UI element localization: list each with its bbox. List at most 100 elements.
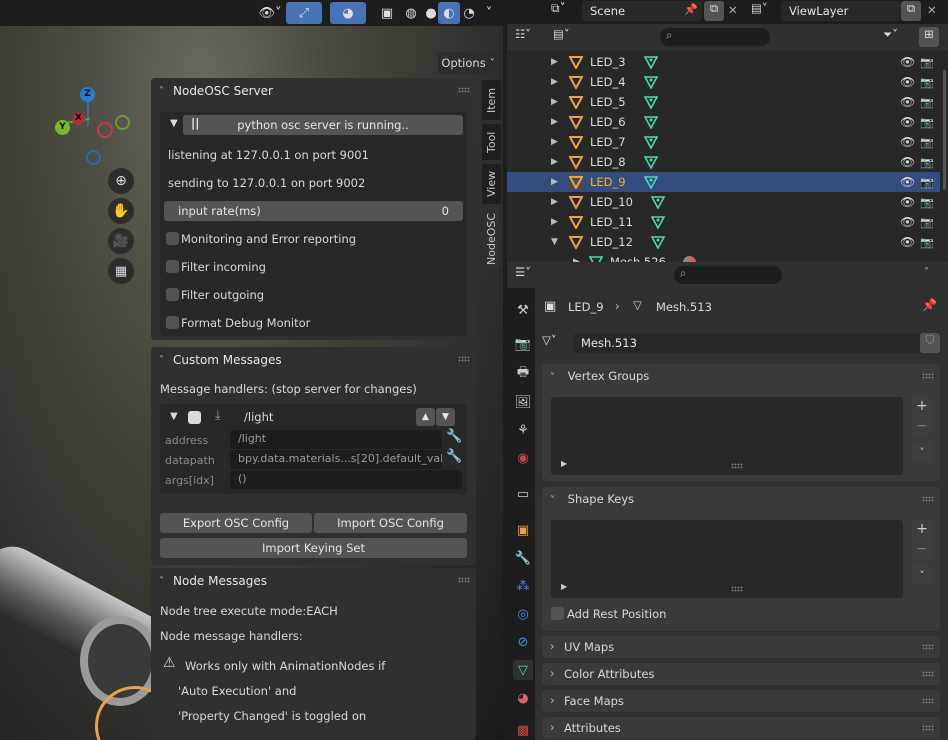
physics-tab-icon[interactable]: ◎ xyxy=(513,604,533,624)
y-axis-handle[interactable]: Y xyxy=(55,120,70,135)
pin-icon[interactable]: 📌 xyxy=(684,3,698,16)
add-vertex-group-button[interactable]: + xyxy=(912,396,932,416)
editor-type-icon[interactable]: ☷˅ xyxy=(515,27,551,47)
mesh-data-icon[interactable] xyxy=(644,95,658,109)
visibility-dropdown[interactable]: 👁 ˅ xyxy=(250,2,290,24)
chevron-right-icon[interactable]: ▶ xyxy=(551,77,558,87)
ortho-grid-icon[interactable]: ▦ xyxy=(108,258,134,284)
format-debug-checkbox[interactable] xyxy=(166,316,179,329)
outliner-row[interactable]: ▶ LED_4 👁 📷 xyxy=(507,72,940,92)
camera-icon[interactable]: 📷 xyxy=(920,216,934,229)
gizmo-toggle[interactable]: ⤢ xyxy=(286,2,322,24)
camera-icon[interactable]: 📷 xyxy=(920,156,934,169)
tool-tab-icon[interactable]: ⚒ xyxy=(513,300,533,320)
eye-icon[interactable]: 👁 xyxy=(900,135,915,149)
drag-grip-icon[interactable] xyxy=(922,373,934,379)
datapath-field[interactable]: bpy.data.materials...s[20].default_value xyxy=(230,450,442,469)
fake-user-shield-icon[interactable]: ⛉ xyxy=(920,333,940,353)
eye-icon[interactable]: 👁 xyxy=(900,75,915,89)
data-tab-icon[interactable]: ▽ xyxy=(513,660,533,680)
chevron-down-icon[interactable]: ˅ xyxy=(924,267,929,278)
outliner-scrollbar[interactable] xyxy=(943,70,946,190)
drag-grip-icon[interactable] xyxy=(458,356,470,362)
nodeosc-server-header[interactable]: ˅ NodeOSC Server xyxy=(151,78,476,104)
wrench-icon[interactable]: 🔧 xyxy=(446,429,462,444)
remove-shape-key-button[interactable]: − xyxy=(912,539,932,559)
output-tab-icon[interactable]: 🖶 xyxy=(513,364,533,384)
eye-icon[interactable]: 👁 xyxy=(900,95,915,109)
close-icon[interactable]: ✕ xyxy=(927,3,937,17)
tab-tool[interactable]: Tool xyxy=(482,124,501,160)
drag-grip-icon[interactable] xyxy=(922,644,934,650)
chevron-right-icon[interactable]: ▶ xyxy=(551,157,558,167)
object-tab-icon[interactable]: ▣ xyxy=(513,520,533,540)
filter-incoming-checkbox[interactable] xyxy=(166,260,179,273)
mesh-data-icon[interactable] xyxy=(651,235,665,249)
eye-icon[interactable]: 👁 xyxy=(900,155,915,169)
neg-x-handle[interactable] xyxy=(97,122,113,138)
texture-tab-icon[interactable]: ▩ xyxy=(513,720,533,740)
mesh-data-icon[interactable] xyxy=(651,215,665,229)
neg-z-handle[interactable] xyxy=(86,150,101,165)
vertex-groups-list[interactable]: ▶ xyxy=(551,397,903,475)
mesh-browse-icon[interactable]: ▽˅ xyxy=(542,333,578,353)
camera-icon[interactable]: 📷 xyxy=(920,236,934,249)
material-tab-icon[interactable]: ◕ xyxy=(513,688,533,708)
chevron-down-icon[interactable]: ▼ xyxy=(551,237,558,247)
wireframe-shading[interactable]: ◍ xyxy=(400,2,422,24)
viewlayer-selector-icon[interactable]: ▤˅ xyxy=(751,1,781,21)
eye-icon[interactable]: 👁 xyxy=(900,55,915,69)
display-mode-icon[interactable]: ▤˅ xyxy=(553,27,589,47)
wrench-icon[interactable]: 🔧 xyxy=(446,449,462,464)
address-field[interactable]: /light xyxy=(230,430,442,449)
outliner-row[interactable]: ▼ LED_12 👁 📷 xyxy=(507,232,940,252)
chevron-right-icon[interactable]: ▶ xyxy=(551,197,558,207)
outliner-row[interactable]: ▶ LED_9 👁 📷 xyxy=(507,172,940,192)
mesh-data-icon[interactable] xyxy=(644,175,658,189)
handler-enabled-checkbox[interactable] xyxy=(188,411,201,424)
render-tab-icon[interactable]: 📷 xyxy=(513,334,533,354)
import-keying-set-button[interactable]: Import Keying Set xyxy=(160,538,467,558)
chevron-right-icon[interactable]: ▶ xyxy=(551,137,558,147)
filter-icon[interactable]: ⏷˅ xyxy=(883,27,913,47)
attributes-panel[interactable]: › Attributes xyxy=(542,717,940,739)
camera-view-icon[interactable]: 🎥 xyxy=(108,228,134,254)
face-maps-panel[interactable]: › Face Maps xyxy=(542,690,940,712)
chevron-right-icon[interactable]: ▶ xyxy=(551,97,558,107)
drag-grip-icon[interactable] xyxy=(922,725,934,731)
mesh-data-icon[interactable] xyxy=(644,75,658,89)
options-dropdown[interactable]: Options ˅ xyxy=(438,52,498,74)
uv-maps-panel[interactable]: › UV Maps xyxy=(542,636,940,658)
mesh-data-icon[interactable] xyxy=(644,135,658,149)
input-rate-field[interactable]: input rate(ms) 0 xyxy=(164,201,463,221)
node-messages-header[interactable]: ˅ Node Messages xyxy=(151,568,476,594)
monitoring-checkbox[interactable] xyxy=(166,232,179,245)
outliner-row[interactable]: ▶ LED_10 👁 📷 xyxy=(507,192,940,212)
3d-viewport[interactable]: 👁 ˅ ⤢ ◕ ▣ ◍ ● ◐ ◔ ˅ Options ˅ Z Y X ⊕ ✋ 🎥… xyxy=(0,0,503,740)
vertex-group-specials-button[interactable]: ˅ xyxy=(912,442,932,462)
scene-tab-icon[interactable]: ⚘ xyxy=(513,420,533,440)
viewlayer-name-field[interactable]: ViewLayer xyxy=(781,1,901,21)
color-attributes-panel[interactable]: › Color Attributes xyxy=(542,663,940,685)
server-toggle-button[interactable]: || python osc server is running.. xyxy=(183,115,463,135)
collection-tab-icon[interactable]: ▭ xyxy=(513,484,533,504)
new-viewlayer-button[interactable]: ⧉ xyxy=(901,1,921,21)
outliner-row[interactable]: ▶ LED_8 👁 📷 xyxy=(507,152,940,172)
outliner-child-row[interactable]: ▶ Mesh.526 xyxy=(507,252,940,262)
outliner-row[interactable]: ▶ LED_6 👁 📷 xyxy=(507,112,940,132)
eye-icon[interactable]: 👁 xyxy=(900,235,915,249)
scene-selector-icon[interactable]: ⧉˅ xyxy=(551,1,581,21)
import-osc-config-button[interactable]: Import OSC Config xyxy=(314,513,467,533)
pan-hand-icon[interactable]: ✋ xyxy=(108,198,134,224)
chevron-down-icon[interactable]: ▼ xyxy=(170,411,178,422)
camera-icon[interactable]: 📷 xyxy=(920,196,934,209)
args-field[interactable]: () xyxy=(230,470,462,489)
camera-icon[interactable]: 📷 xyxy=(920,136,934,149)
zoom-icon[interactable]: ⊕ xyxy=(108,168,134,194)
new-scene-button[interactable]: ⧉ xyxy=(704,1,724,21)
tab-view[interactable]: View xyxy=(482,164,501,204)
outliner-search-input[interactable]: ⌕ xyxy=(660,28,770,46)
pin-icon[interactable]: 📌 xyxy=(922,298,937,312)
move-down-button[interactable]: ▼ xyxy=(436,408,455,426)
xray-toggle[interactable]: ▣ xyxy=(376,2,398,24)
